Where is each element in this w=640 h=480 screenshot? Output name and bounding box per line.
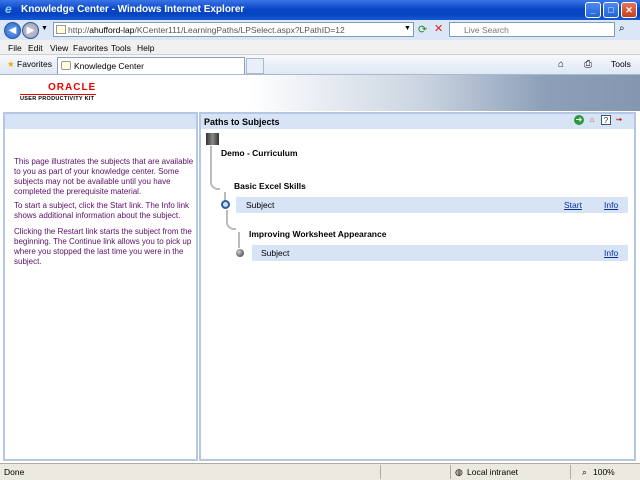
recent-pages-dropdown[interactable]: ▼ <box>41 25 48 32</box>
start-link[interactable]: Start <box>564 200 582 210</box>
oracle-logo: ORACLE USER PRODUCTIVITY KIT <box>20 82 97 102</box>
exit-icon[interactable]: ➟ <box>614 115 624 125</box>
stop-icon[interactable]: ✕ <box>434 22 443 35</box>
page-icon <box>56 25 66 34</box>
menu-tools[interactable]: Tools <box>111 43 131 53</box>
forward-arrow-icon[interactable]: ➜ <box>574 115 584 125</box>
print-icon[interactable]: ⎙ <box>584 59 592 70</box>
tree-connector <box>210 146 220 190</box>
section-title: Improving Worksheet Appearance <box>249 229 387 239</box>
search-box[interactable] <box>449 22 615 37</box>
books-icon <box>206 133 219 145</box>
zoom-level[interactable]: 100% <box>593 467 615 477</box>
home-icon[interactable]: ⌂ <box>587 115 597 125</box>
subject-row: Subject Start Info <box>236 197 628 213</box>
minimize-button[interactable]: _ <box>585 2 601 18</box>
close-button[interactable]: ✕ <box>621 2 637 18</box>
search-input[interactable] <box>464 24 604 35</box>
tab-knowledge-center[interactable]: Knowledge Center <box>57 57 245 74</box>
page-icon <box>61 61 71 70</box>
subject-status-icon <box>236 249 244 257</box>
menu-bar: File Edit View Favorites Tools Help <box>0 40 640 55</box>
section-title: Basic Excel Skills <box>234 181 306 191</box>
favorites-button[interactable]: ★ Favorites <box>4 57 55 72</box>
info-link[interactable]: Info <box>604 248 618 258</box>
address-dropdown[interactable]: ▼ <box>404 25 411 32</box>
home-icon[interactable]: ⌂ <box>558 59 564 70</box>
info-link[interactable]: Info <box>604 200 618 210</box>
subject-name: Subject <box>246 200 275 210</box>
status-bar: Done ◍ Local intranet ⌕ 100% <box>0 463 640 480</box>
help-icon[interactable]: ? <box>601 115 611 125</box>
menu-favorites[interactable]: Favorites <box>73 43 108 53</box>
search-icon[interactable]: ⌕ <box>619 23 625 34</box>
maximize-button[interactable]: □ <box>603 2 619 18</box>
divider <box>380 465 381 479</box>
new-tab-button[interactable] <box>246 58 264 74</box>
instructions-header <box>5 114 196 129</box>
ie-logo-icon: e <box>5 2 12 16</box>
divider <box>570 465 571 479</box>
tree-connector <box>238 232 240 248</box>
tree-connector <box>226 210 236 230</box>
instructions-paragraph: To start a subject, click the Start link… <box>14 201 190 220</box>
instructions-paragraph: Clicking the Restart link starts the sub… <box>14 227 192 266</box>
instructions-panel: This page illustrates the subjects that … <box>3 112 198 461</box>
intranet-icon: ◍ <box>455 467 463 477</box>
menu-view[interactable]: View <box>50 43 68 53</box>
zone-text: Local intranet <box>467 467 519 477</box>
panel-title: Paths to Subjects <box>201 114 634 129</box>
menu-file[interactable]: File <box>8 43 22 53</box>
banner-gradient <box>250 75 640 111</box>
star-icon: ★ <box>7 59 15 69</box>
menu-edit[interactable]: Edit <box>28 43 43 53</box>
refresh-icon[interactable]: ⟳ <box>418 23 427 36</box>
tools-button[interactable]: Tools <box>611 59 631 69</box>
curriculum-title: Demo - Curriculum <box>221 148 298 158</box>
paths-panel: Paths to Subjects <box>199 112 636 461</box>
menu-help[interactable]: Help <box>137 43 154 53</box>
window-title: Knowledge Center - Windows Internet Expl… <box>21 4 245 15</box>
zoom-icon[interactable]: ⌕ <box>582 467 587 478</box>
instructions-paragraph: This page illustrates the subjects that … <box>14 157 194 196</box>
forward-button[interactable]: ▶ <box>22 22 39 39</box>
subject-name: Subject <box>261 248 290 258</box>
back-button[interactable]: ◀ <box>4 22 21 39</box>
subject-row: Subject Info <box>252 245 628 261</box>
status-text: Done <box>4 467 25 477</box>
address-input[interactable]: http://ahufford-lap/KCenter111/LearningP… <box>53 22 414 37</box>
subject-status-icon <box>221 200 230 209</box>
address-text: http://ahufford-lap/KCenter111/LearningP… <box>68 25 345 35</box>
divider <box>450 465 451 479</box>
title-bar: e Knowledge Center - Windows Internet Ex… <box>0 0 640 20</box>
